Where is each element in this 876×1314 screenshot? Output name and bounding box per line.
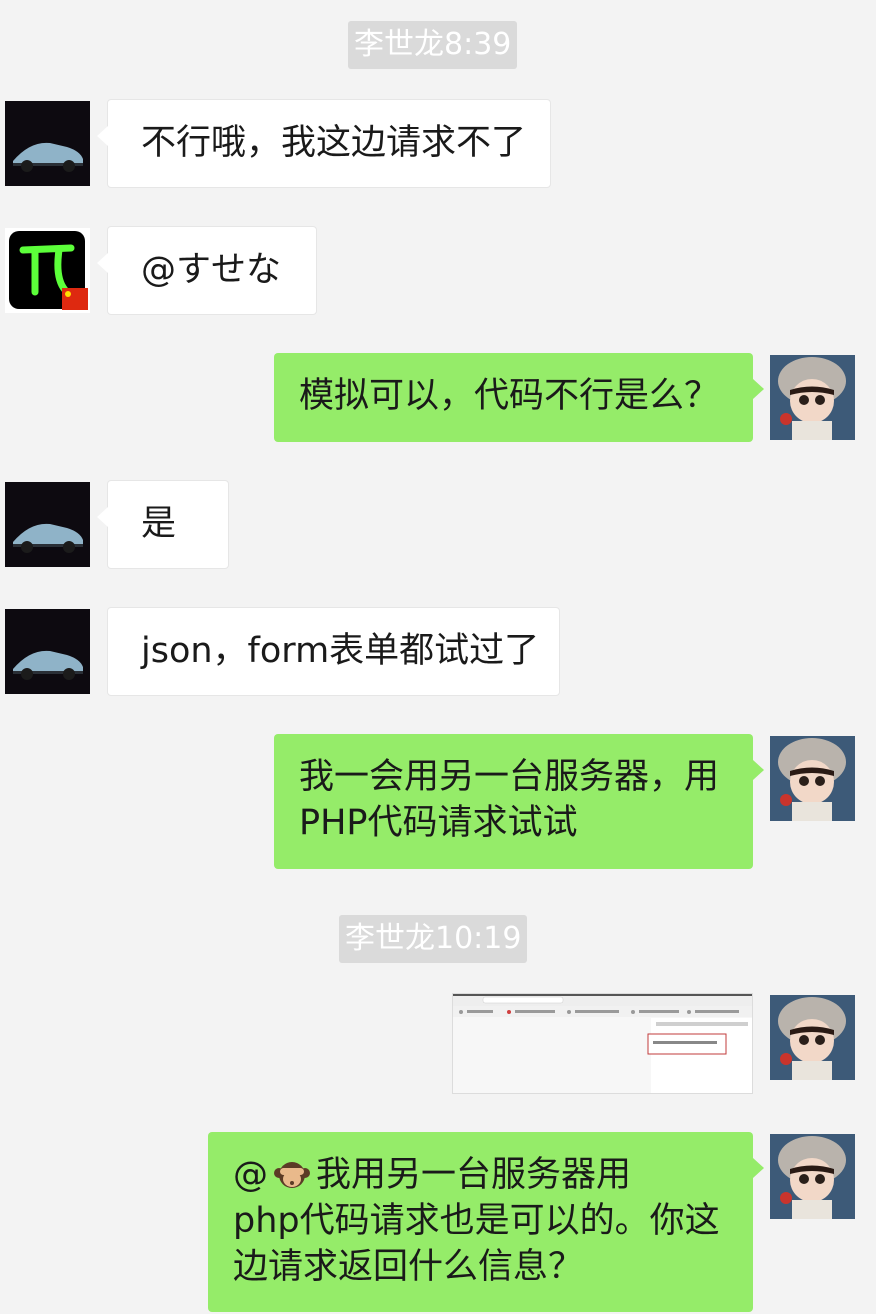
doll-avatar[interactable] (770, 995, 855, 1080)
doll-avatar[interactable] (770, 1134, 855, 1219)
car-avatar[interactable] (5, 482, 90, 567)
message-bubble[interactable]: 模拟可以，代码不行是么？ (274, 353, 764, 442)
timestamp: 李世龙10:19 (339, 915, 528, 963)
message-text: json，form表单都试过了 (141, 631, 540, 671)
message-bubble[interactable]: 是 (97, 480, 229, 569)
see-no-evil-monkey-emoji (274, 1156, 310, 1192)
message-text: PHP代码请求试试 (299, 803, 578, 843)
message-first-line: @ 我用另一台服务器用 (233, 1152, 723, 1198)
message-text: @すせな (141, 250, 282, 290)
message-text: 我一会用另一台服务器，用 (299, 757, 720, 797)
message-text: 边请求返回什么信息？ (233, 1247, 584, 1287)
message-text: php代码请求也是可以的。你这 (233, 1201, 720, 1241)
doll-avatar[interactable] (770, 736, 855, 821)
message-bubble[interactable]: 不行哦，我这边请求不了 (97, 99, 551, 188)
browser-screenshot-thumbnail[interactable] (452, 993, 753, 1094)
doll-avatar[interactable] (770, 355, 855, 440)
message-bubble[interactable]: @すせな (97, 226, 317, 315)
timestamp: 李世龙8:39 (348, 21, 518, 69)
message-bubble[interactable]: @ 我用另一台服务器用 php代码请求也是可以的。你这 边请求返回什么信息？ (208, 1132, 764, 1312)
message-text: 不行哦，我这边请求不了 (141, 123, 527, 163)
message-text: 我用另一台服务器用 (316, 1155, 632, 1195)
mention-text: @ (233, 1155, 268, 1195)
car-avatar[interactable] (5, 101, 90, 186)
message-text: 模拟可以，代码不行是么？ (299, 376, 720, 416)
message-bubble[interactable]: json，form表单都试过了 (107, 607, 560, 696)
message-bubble[interactable]: 我一会用另一台服务器，用 PHP代码请求试试 (274, 734, 764, 869)
car-avatar[interactable] (5, 609, 90, 694)
message-text: 是 (141, 504, 177, 544)
pi-avatar[interactable] (5, 228, 90, 313)
